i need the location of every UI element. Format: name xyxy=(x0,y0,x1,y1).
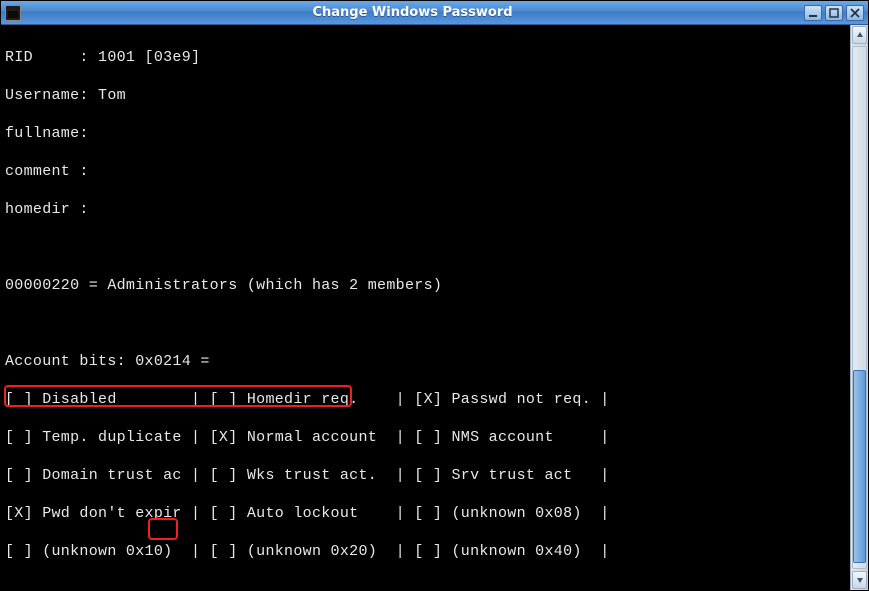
blank-line xyxy=(5,238,844,257)
maximize-icon xyxy=(829,8,839,18)
blank-line xyxy=(5,314,844,333)
fullname-line: fullname: xyxy=(5,124,844,143)
scroll-thumb[interactable] xyxy=(853,370,866,563)
username-line: Username: Tom xyxy=(5,86,844,105)
titlebar: Change Windows Password xyxy=(1,1,868,25)
bits-line: [ ] Disabled | [ ] Homedir req. | [X] Pa… xyxy=(5,390,844,409)
chevron-up-icon xyxy=(856,31,864,39)
window-title: Change Windows Password xyxy=(27,5,798,20)
bits-line: [ ] Domain trust ac | [ ] Wks trust act.… xyxy=(5,466,844,485)
terminal-output[interactable]: RID : 1001 [03e9] Username: Tom fullname… xyxy=(1,25,850,590)
bits-line: [ ] (unknown 0x10) | [ ] (unknown 0x20) … xyxy=(5,542,844,561)
terminal-wrap: RID : 1001 [03e9] Username: Tom fullname… xyxy=(1,25,850,590)
group-line: 00000220 = Administrators (which has 2 m… xyxy=(5,276,844,295)
client-area: RID : 1001 [03e9] Username: Tom fullname… xyxy=(1,25,868,590)
comment-line: comment : xyxy=(5,162,844,181)
vertical-scrollbar[interactable] xyxy=(850,25,868,590)
minimize-button[interactable] xyxy=(804,5,822,21)
window: Change Windows Password RID : 1001 [03e9… xyxy=(0,0,869,591)
close-icon xyxy=(850,8,860,18)
account-bits-header: Account bits: 0x0214 = xyxy=(5,352,844,371)
scroll-up-button[interactable] xyxy=(852,26,867,44)
blank-line xyxy=(5,580,844,590)
window-controls xyxy=(804,5,864,21)
minimize-icon xyxy=(808,8,818,18)
terminal-icon xyxy=(5,5,21,21)
chevron-down-icon xyxy=(856,576,864,584)
scroll-down-button[interactable] xyxy=(852,571,867,589)
rid-line: RID : 1001 [03e9] xyxy=(5,48,844,67)
bits-line: [ ] Temp. duplicate | [X] Normal account… xyxy=(5,428,844,447)
close-button[interactable] xyxy=(846,5,864,21)
scroll-track[interactable] xyxy=(852,46,867,569)
homedir-line: homedir : xyxy=(5,200,844,219)
bits-line: [X] Pwd don't expir | [ ] Auto lockout |… xyxy=(5,504,844,523)
maximize-button[interactable] xyxy=(825,5,843,21)
